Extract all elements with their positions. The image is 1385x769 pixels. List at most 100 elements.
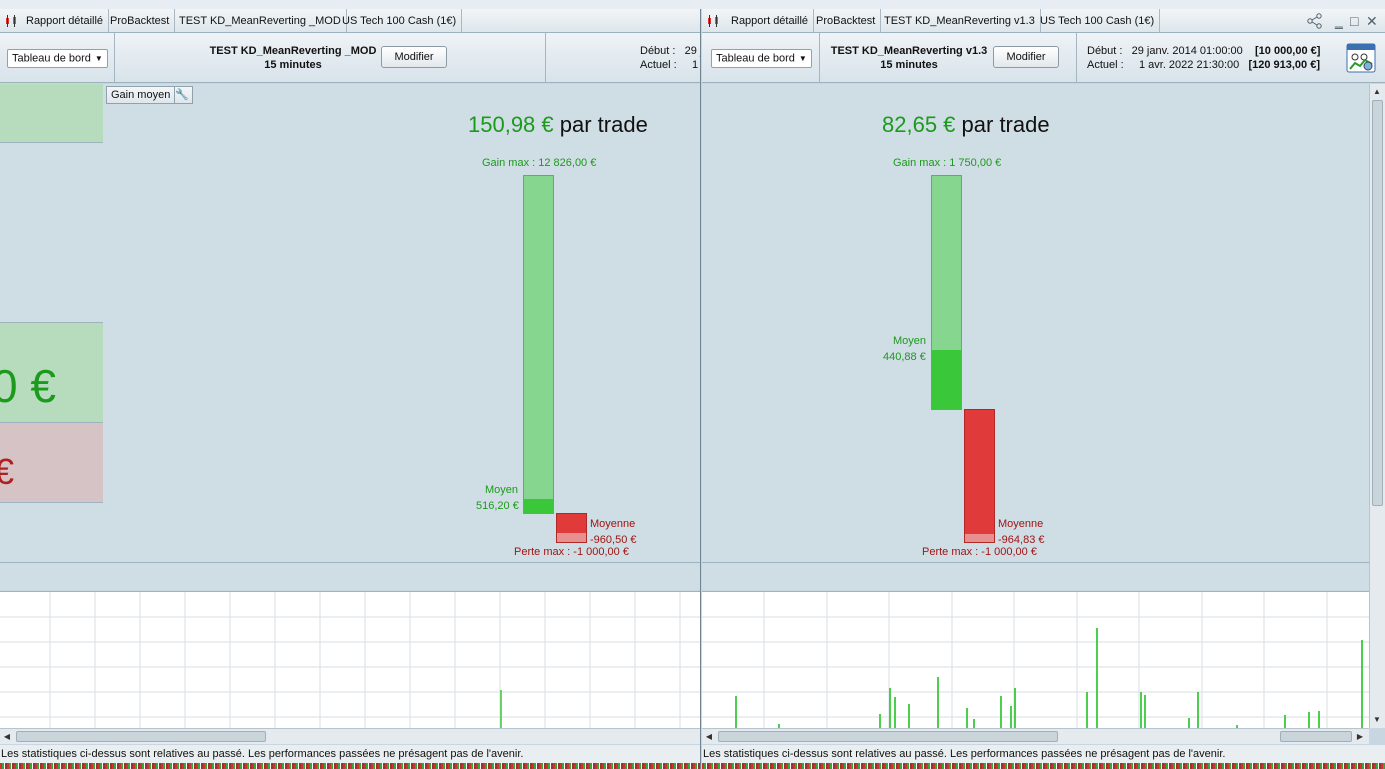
debut-capital: [10 000,00 €]	[1255, 45, 1321, 57]
report-settings-icon[interactable]	[1346, 43, 1376, 73]
actuel-label: Actuel :	[1087, 59, 1124, 71]
moyenne-value: -960,50 €	[590, 534, 637, 546]
tab-system[interactable]: TEST KD_MeanReverting v1.3	[879, 9, 1041, 33]
per-trade-value: 150,98 €	[468, 112, 554, 137]
chevron-down-icon: ▼	[94, 54, 103, 63]
left-content: 0 € € Gain moyen🔧 150,98 € par trade Gai…	[0, 84, 700, 562]
right-tab-bar: Rapport détaillé ProBacktest TEST KD_Mea…	[702, 9, 1385, 33]
debut-value: 29 janv. 2014 01:00:00	[1131, 45, 1243, 57]
separator	[114, 33, 115, 83]
debut-value: 29 j	[684, 45, 701, 57]
tab-rapport-detaille[interactable]: Rapport détaillé	[21, 9, 110, 33]
spacer	[702, 562, 1369, 590]
scroll-right-icon[interactable]: ▶	[1353, 729, 1367, 744]
right-content: 82,65 € par trade Gain max : 1 750,00 € …	[702, 84, 1385, 562]
spacer	[0, 562, 700, 590]
probacktest-window: Rapport détaillé ProBacktest TEST KD_Mea…	[0, 0, 1385, 769]
summary-box	[0, 84, 103, 143]
gain-max-bar	[523, 175, 554, 514]
wrench-icon[interactable]: 🔧	[174, 87, 189, 103]
loss-average-marker	[557, 533, 586, 542]
separator	[1076, 33, 1077, 83]
moyen-label: Moyen	[893, 335, 927, 347]
system-name: TEST KD_MeanReverting _MOD	[209, 45, 377, 57]
per-trade-label: par trade	[961, 112, 1050, 137]
tab-instrument[interactable]: US Tech 100 Cash (1€)	[337, 9, 463, 33]
gain-moyen-button[interactable]: Gain moyen 🔧	[106, 86, 194, 104]
left-tab-bar: Rapport détaillé ProBacktest TEST KD_Mea…	[0, 9, 700, 33]
bottom-strip	[702, 763, 1385, 769]
actuel-label: Actuel :	[640, 59, 677, 71]
loss-amount: €	[0, 451, 14, 493]
scroll-thumb[interactable]	[16, 731, 266, 742]
chevron-down-icon: ▼	[798, 54, 807, 63]
horizontal-scrollbar[interactable]: ◀	[0, 728, 700, 744]
dashboard-dropdown[interactable]: Tableau de bord ▼	[7, 49, 108, 68]
summary-column: 0 € €	[0, 84, 103, 562]
right-pane: Rapport détaillé ProBacktest TEST KD_Mea…	[702, 9, 1385, 769]
tab-probacktest[interactable]: ProBacktest	[105, 9, 176, 33]
debut-label: Début :	[640, 45, 676, 57]
separator	[545, 33, 546, 83]
dates-block: Début : 29 j Actuel : 1	[640, 44, 701, 72]
system-name-block: TEST KD_MeanReverting v1.3 15 minutes	[829, 44, 989, 72]
dropdown-label: Tableau de bord	[12, 52, 91, 65]
modify-button[interactable]: Modifier	[993, 46, 1059, 68]
vertical-scrollbar[interactable]: ▲ ▼	[1369, 84, 1385, 728]
close-icon[interactable]: ✕	[1366, 12, 1378, 30]
vertical-scroll-thumb[interactable]	[1372, 100, 1383, 506]
tab-system[interactable]: TEST KD_MeanReverting _MOD	[174, 9, 347, 33]
trade-histogram	[0, 591, 700, 728]
perte-max-label: Perte max : -1 000,00 €	[514, 546, 629, 558]
scroll-thumb-secondary[interactable]	[1280, 731, 1352, 742]
gain-moyen-label: Gain moyen	[111, 89, 171, 101]
gain-average-bar	[524, 499, 553, 514]
gain-max-label: Gain max : 1 750,00 €	[893, 157, 1002, 169]
modify-button[interactable]: Modifier	[381, 46, 447, 68]
per-trade-heading: 82,65 € par trade	[882, 112, 1050, 138]
share-icon[interactable]	[1306, 12, 1324, 30]
actuel-value: 1	[691, 59, 699, 71]
minimize-icon[interactable]: ‗	[1335, 12, 1343, 30]
left-toolbar: Tableau de bord ▼ TEST KD_MeanReverting _…	[0, 33, 700, 83]
dashboard-dropdown[interactable]: Tableau de bord ▼	[711, 49, 812, 68]
histogram-svg	[0, 592, 700, 728]
debut-label: Début :	[1087, 45, 1123, 57]
tab-probacktest[interactable]: ProBacktest	[811, 9, 882, 33]
right-toolbar: Tableau de bord ▼ TEST KD_MeanReverting v…	[702, 33, 1385, 83]
disclaimer: Les statistiques ci-dessus sont relative…	[0, 745, 700, 763]
loss-average-marker	[965, 534, 994, 542]
dates-block: Début : 29 janv. 2014 01:00:00 [10 000,0…	[1087, 44, 1320, 72]
loss-bar	[964, 409, 995, 543]
summary-box	[0, 503, 103, 562]
separator	[819, 33, 820, 83]
horizontal-scrollbar[interactable]: ◀ ▶	[702, 728, 1369, 744]
timeframe: 15 minutes	[264, 59, 322, 71]
moyenne-label: Moyenne	[590, 518, 636, 530]
scroll-left-icon[interactable]: ◀	[0, 729, 14, 744]
candlestick-icon	[6, 15, 16, 27]
gain-amount: 0 €	[0, 360, 56, 412]
gain-average-bar	[932, 350, 961, 409]
actuel-capital: [120 913,00 €]	[1248, 59, 1321, 71]
timeframe: 15 minutes	[880, 59, 938, 71]
tab-rapport-detaille[interactable]: Rapport détaillé	[726, 9, 815, 33]
scroll-up-icon[interactable]: ▲	[1370, 84, 1384, 99]
trade-histogram	[702, 591, 1369, 728]
summary-box	[0, 143, 103, 323]
summary-box-loss: €	[0, 423, 103, 503]
gain-max-label: Gain max : 12 826,00 €	[482, 157, 597, 169]
summary-box-gain: 0 €	[0, 323, 103, 423]
maximize-icon[interactable]: □	[1350, 12, 1358, 30]
tab-instrument[interactable]: US Tech 100 Cash (1€)	[1035, 9, 1161, 33]
scroll-thumb[interactable]	[718, 731, 1058, 742]
moyenne-label: Moyenne	[998, 518, 1044, 530]
scroll-down-icon[interactable]: ▼	[1370, 712, 1384, 727]
system-name-block: TEST KD_MeanReverting _MOD 15 minutes	[204, 44, 382, 72]
moyen-value: 516,20 €	[476, 500, 519, 512]
per-trade-label: par trade	[559, 112, 648, 137]
scroll-left-icon[interactable]: ◀	[702, 729, 716, 744]
system-name: TEST KD_MeanReverting v1.3	[830, 45, 988, 57]
histogram-svg	[702, 592, 1369, 728]
moyen-label: Moyen	[485, 484, 519, 496]
